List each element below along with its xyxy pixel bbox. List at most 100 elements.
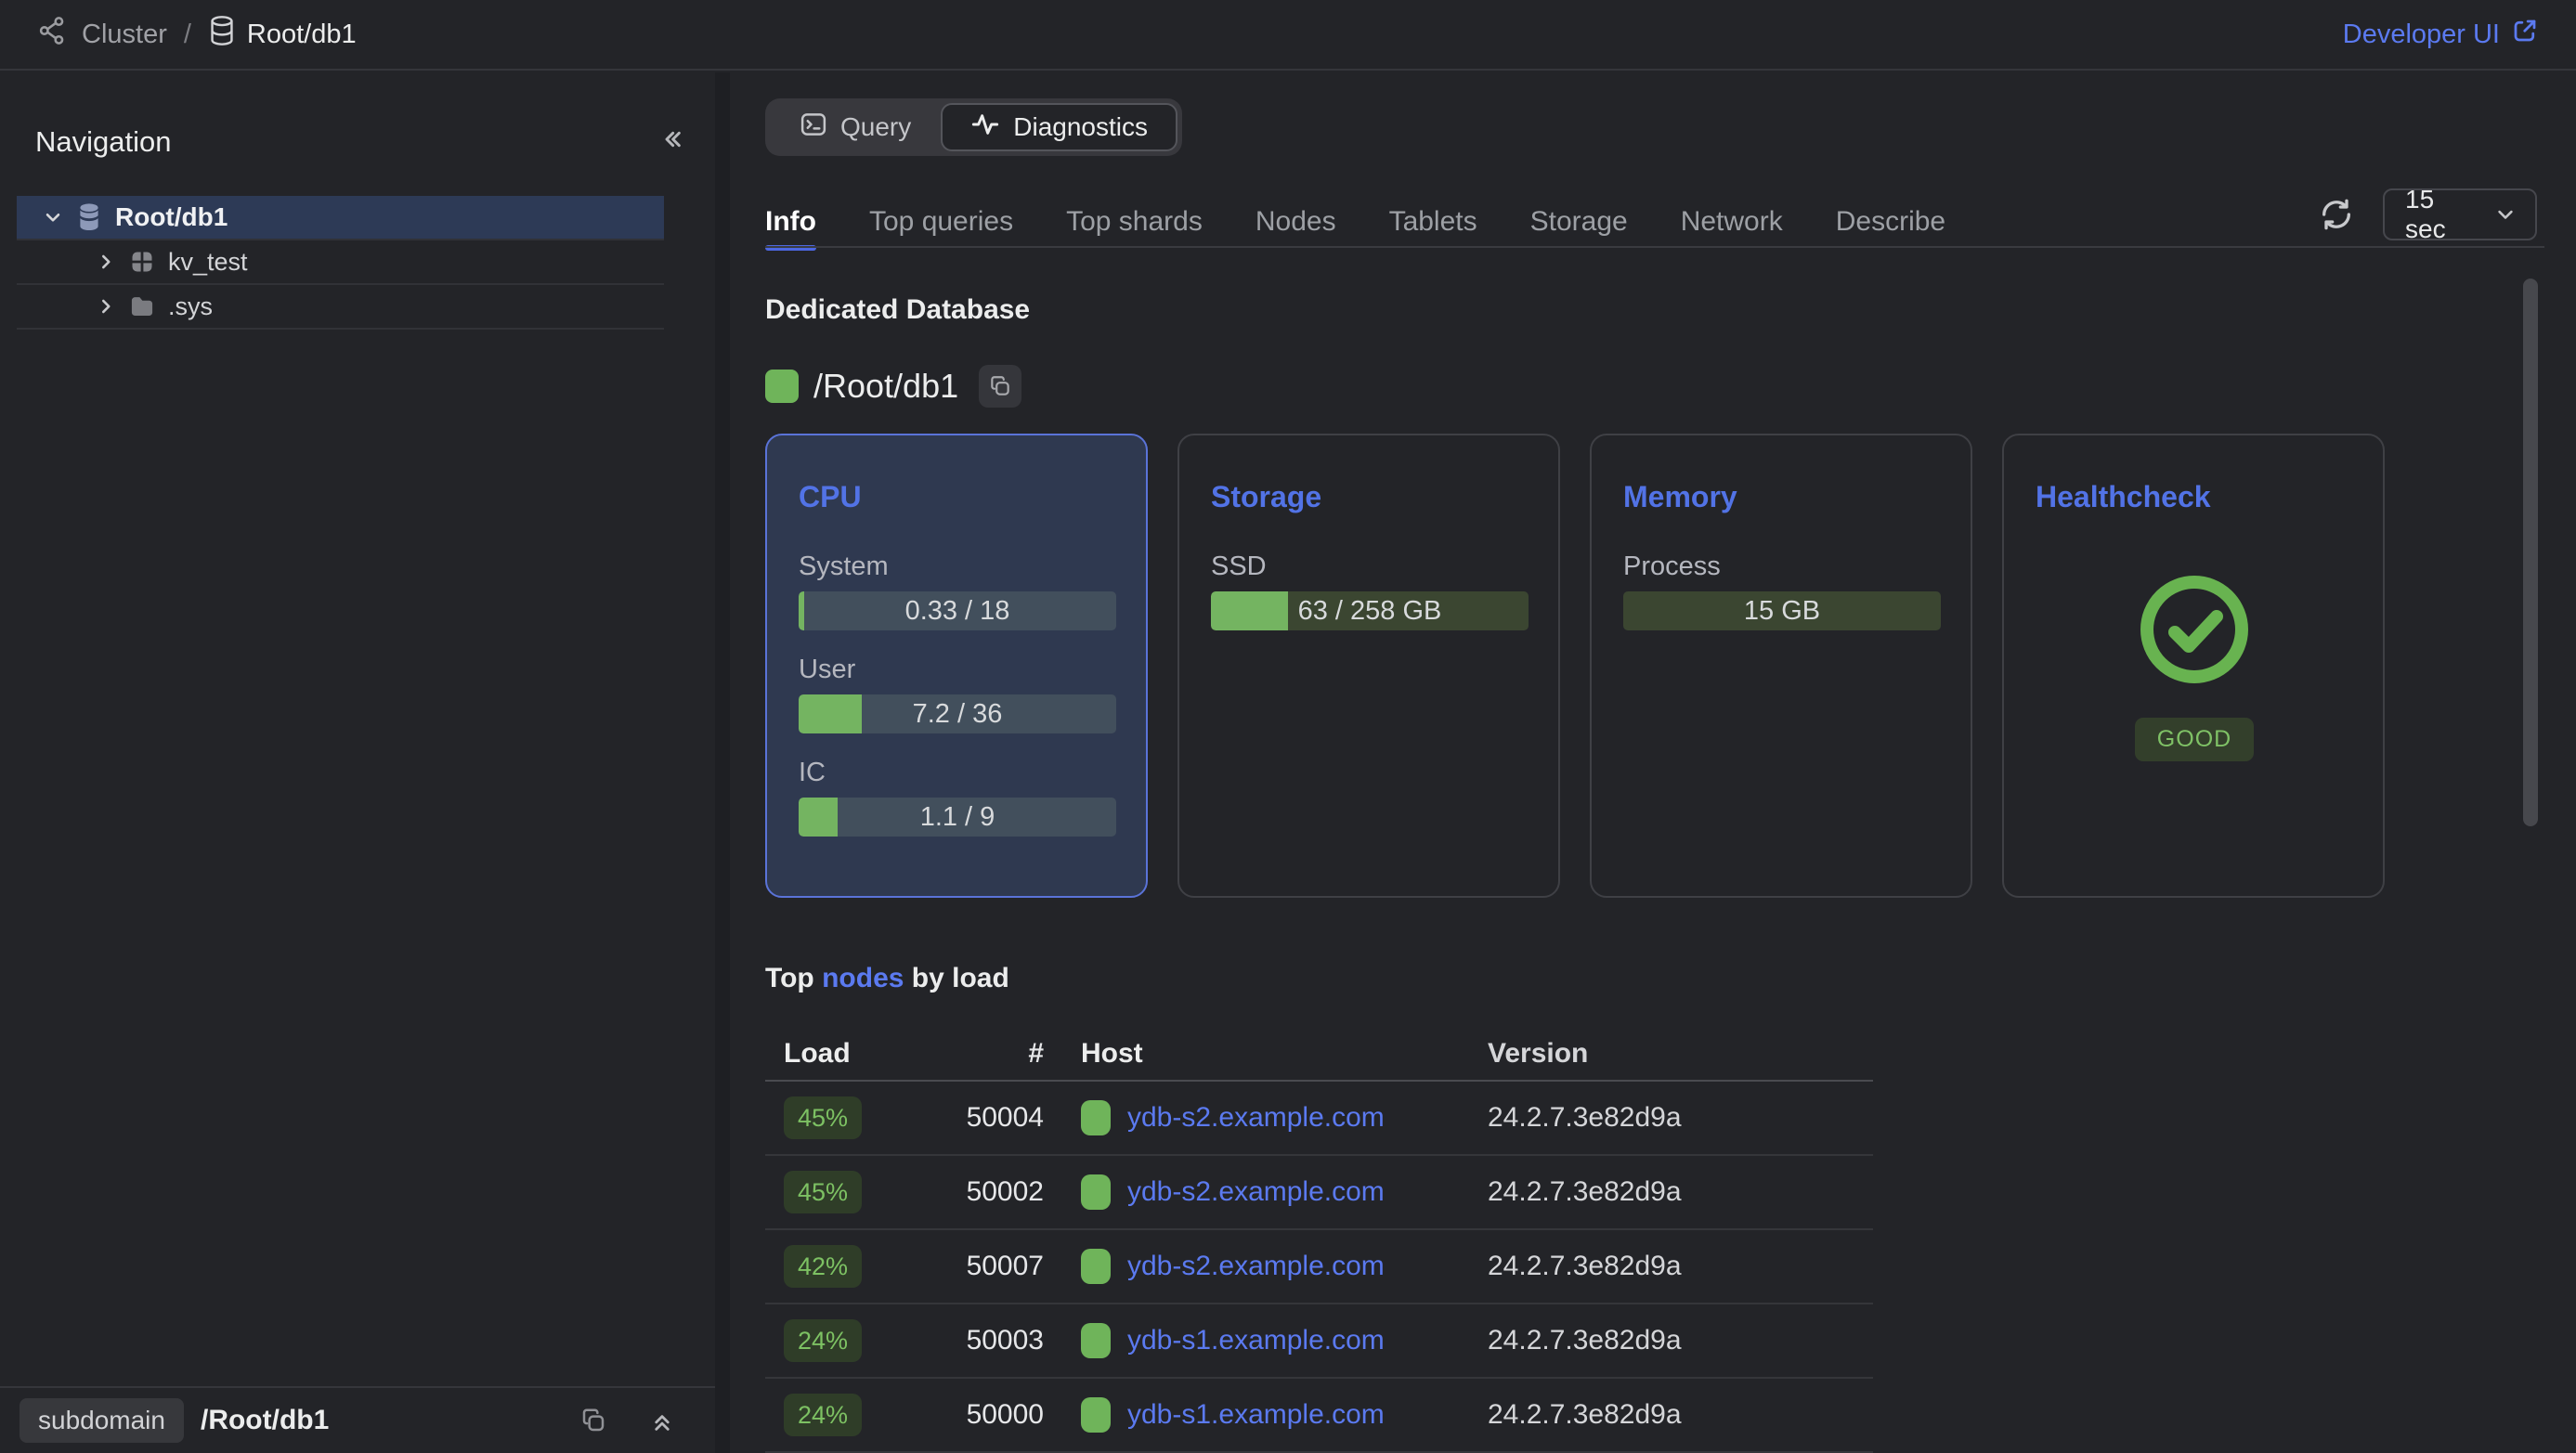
load-badge: 45%	[784, 1171, 862, 1213]
storage-ssd-bar: 63 / 258 GB	[1211, 591, 1529, 630]
bar-value: 1.1 / 9	[799, 798, 1116, 837]
top-nodes-title: Top nodes by load	[765, 963, 2576, 994]
storage-card[interactable]: Storage SSD 63 / 258 GB	[1177, 434, 1560, 898]
chevron-down-icon[interactable]	[39, 205, 67, 229]
host-cell: ydb-s2.example.com	[1044, 1100, 1488, 1135]
tree-item-root-db1[interactable]: Root/db1	[17, 196, 664, 240]
tab-top-shards[interactable]: Top shards	[1066, 196, 1203, 248]
load-badge: 42%	[784, 1245, 862, 1288]
database-path: /Root/db1	[813, 367, 958, 406]
host-link[interactable]: ydb-s1.example.com	[1127, 1399, 1385, 1431]
pulse-icon	[970, 110, 1000, 146]
memory-card[interactable]: Memory Process 15 GB	[1590, 434, 1972, 898]
refresh-interval-select[interactable]: 15 sec	[2383, 188, 2537, 240]
tab-diagnostics-label: Diagnostics	[1013, 112, 1148, 142]
bar-value: 0.33 / 18	[799, 591, 1116, 630]
tab-nodes[interactable]: Nodes	[1255, 196, 1336, 248]
database-status-indicator	[765, 370, 799, 403]
host-link[interactable]: ydb-s2.example.com	[1127, 1176, 1385, 1208]
tab-query-label: Query	[840, 112, 911, 142]
memory-process-bar: 15 GB	[1623, 591, 1941, 630]
navigation-tree: Root/db1 kv_test	[0, 196, 715, 330]
vertical-scrollbar[interactable]	[2523, 279, 2538, 826]
ydb-monitoring-screen: Cluster / Root/db1 Developer UI	[0, 0, 2576, 1453]
node-status-indicator	[1081, 1174, 1111, 1210]
breadcrumb-cluster-label: Cluster	[82, 19, 167, 50]
host-cell: ydb-s1.example.com	[1044, 1323, 1488, 1358]
bar-value: 15 GB	[1623, 591, 1941, 630]
terminal-icon	[800, 110, 827, 145]
table-icon	[129, 249, 155, 275]
copy-icon[interactable]	[579, 1407, 607, 1434]
node-status-indicator	[1081, 1249, 1111, 1284]
node-status-indicator	[1081, 1323, 1111, 1358]
footer-icons	[579, 1407, 676, 1434]
folder-icon	[129, 294, 155, 318]
cpu-user-bar: 7.2 / 36	[799, 694, 1116, 733]
tree-item-label: Root/db1	[115, 202, 228, 232]
table-header: Load # Host Version	[765, 1028, 1873, 1082]
host-link[interactable]: ydb-s2.example.com	[1127, 1251, 1385, 1282]
node-id: 50003	[942, 1325, 1044, 1356]
healthcheck-card[interactable]: Healthcheck GOOD	[2002, 434, 2385, 898]
chevron-down-icon	[2492, 201, 2518, 227]
tab-top-queries[interactable]: Top queries	[869, 196, 1013, 248]
tab-label: Top queries	[869, 206, 1013, 238]
host-link[interactable]: ydb-s1.example.com	[1127, 1325, 1385, 1356]
card-title: Healthcheck	[2036, 480, 2353, 514]
tab-storage[interactable]: Storage	[1530, 196, 1628, 248]
page-title: Dedicated Database	[765, 294, 2576, 326]
node-id: 50004	[942, 1102, 1044, 1134]
database-icon	[208, 15, 236, 54]
sidebar-main-divider	[715, 72, 730, 1453]
breadcrumb-cluster[interactable]: Cluster	[37, 15, 167, 54]
tab-tablets[interactable]: Tablets	[1389, 196, 1477, 248]
tree-item-label: kv_test	[168, 248, 248, 277]
navigation-header: Navigation	[0, 72, 715, 159]
double-chevron-left-icon	[657, 124, 687, 159]
metric-label: IC	[799, 758, 1116, 788]
bar-value: 63 / 258 GB	[1211, 591, 1529, 630]
cpu-card[interactable]: CPU System 0.33 / 18 User 7.2 / 36 IC 1.…	[765, 434, 1148, 898]
breadcrumb-database[interactable]: Root/db1	[208, 15, 357, 54]
healthcheck-status-badge: GOOD	[2135, 718, 2254, 761]
tab-label: Nodes	[1255, 206, 1336, 238]
tab-network[interactable]: Network	[1681, 196, 1783, 248]
nodes-link[interactable]: nodes	[822, 963, 904, 993]
load-badge: 45%	[784, 1096, 862, 1139]
mode-switch: Query Diagnostics	[765, 98, 1182, 156]
database-path-row: /Root/db1	[765, 365, 2576, 408]
chevron-right-icon[interactable]	[92, 294, 120, 318]
double-chevron-up-icon[interactable]	[648, 1407, 676, 1434]
table-row: 24% 50003 ydb-s1.example.com 24.2.7.3e82…	[765, 1304, 1873, 1379]
diagnostics-tabs: Info Top queries Top shards Nodes Tablet…	[765, 196, 2544, 248]
sidebar-collapse-button[interactable]	[657, 124, 687, 159]
tab-label: Top shards	[1066, 206, 1203, 238]
refresh-icon[interactable]	[2318, 196, 2355, 233]
host-cell: ydb-s1.example.com	[1044, 1397, 1488, 1433]
tab-label: Tablets	[1389, 206, 1477, 238]
chevron-right-icon[interactable]	[92, 250, 120, 274]
refresh-controls: 15 sec	[2318, 188, 2537, 240]
developer-ui-link[interactable]: Developer UI	[2343, 17, 2539, 52]
column-host: Host	[1044, 1038, 1488, 1070]
copy-path-button[interactable]	[979, 365, 1021, 408]
load-badge: 24%	[784, 1319, 862, 1362]
refresh-interval-value: 15 sec	[2405, 185, 2472, 244]
sidebar-footer: subdomain /Root/db1	[0, 1386, 715, 1453]
card-title: Storage	[1211, 480, 1529, 514]
cpu-ic-bar: 1.1 / 9	[799, 798, 1116, 837]
host-link[interactable]: ydb-s2.example.com	[1127, 1102, 1385, 1134]
node-id: 50007	[942, 1251, 1044, 1282]
tab-diagnostics[interactable]: Diagnostics	[941, 103, 1177, 151]
tab-query[interactable]: Query	[770, 103, 941, 151]
tab-describe[interactable]: Describe	[1836, 196, 1945, 248]
table-row: 42% 50007 ydb-s2.example.com 24.2.7.3e82…	[765, 1230, 1873, 1304]
tab-info[interactable]: Info	[765, 196, 816, 248]
column-load: Load	[765, 1038, 942, 1070]
column-number: #	[942, 1038, 1044, 1070]
tree-item-kv-test[interactable]: kv_test	[17, 240, 664, 285]
node-status-indicator	[1081, 1397, 1111, 1433]
title-prefix: Top	[765, 963, 822, 993]
tree-item-sys[interactable]: .sys	[17, 285, 664, 330]
